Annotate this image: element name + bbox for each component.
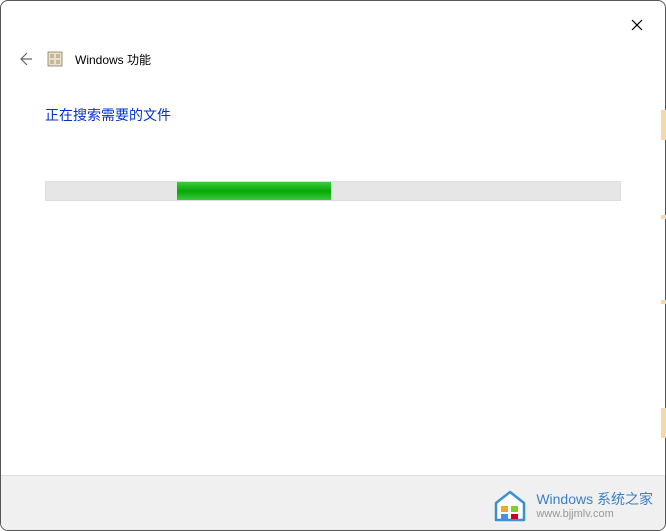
back-arrow-icon: [17, 51, 33, 67]
dialog-header: Windows 功能: [1, 1, 665, 69]
windows-features-icon: [47, 51, 63, 67]
main-content: 正在搜索需要的文件: [1, 69, 665, 201]
watermark-text: Windows 系统之家 www.bjjmlv.com: [536, 491, 653, 521]
progress-bar: [45, 181, 621, 201]
edge-decoration: [661, 110, 666, 140]
back-button[interactable]: [15, 49, 35, 69]
house-logo-icon: [492, 488, 528, 524]
edge-decoration: [661, 215, 666, 219]
close-button[interactable]: [629, 17, 645, 33]
edge-decoration: [661, 300, 666, 304]
status-text: 正在搜索需要的文件: [45, 105, 621, 125]
watermark-title: Windows 系统之家: [536, 491, 653, 508]
dialog-window: Windows 功能 正在搜索需要的文件 Windows 系统之家 www.bj…: [0, 0, 666, 531]
progress-fill: [177, 182, 331, 200]
close-icon: [631, 19, 643, 31]
watermark: Windows 系统之家 www.bjjmlv.com: [492, 488, 653, 524]
edge-decoration: [661, 408, 666, 438]
dialog-title: Windows 功能: [75, 51, 151, 68]
watermark-url: www.bjjmlv.com: [536, 508, 653, 521]
